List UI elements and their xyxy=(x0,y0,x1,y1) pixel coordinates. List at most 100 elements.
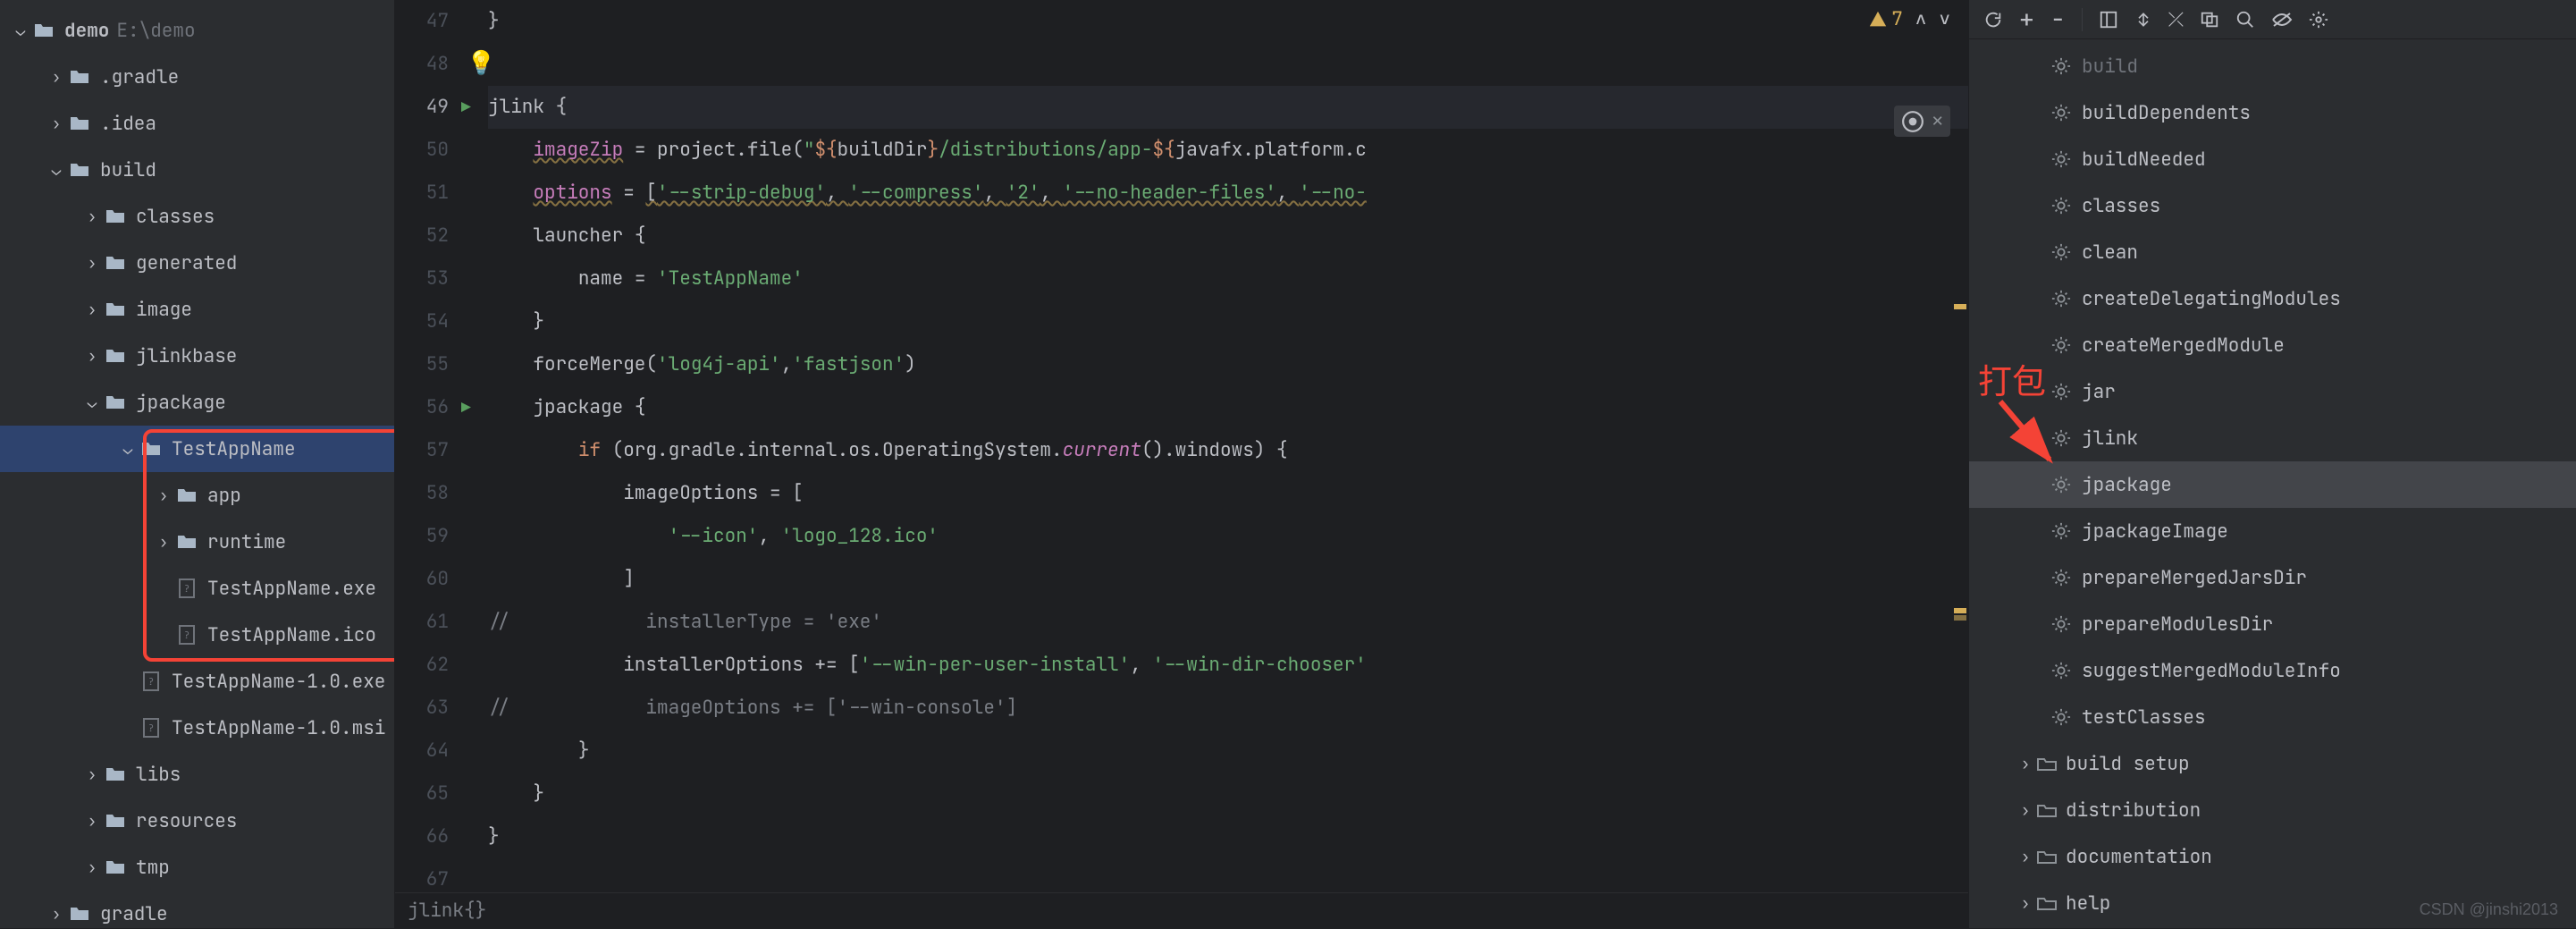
code-line[interactable]: // imageOptions += ['--win-console'] xyxy=(488,687,1968,730)
settings-icon[interactable] xyxy=(2309,10,2328,30)
gradle-task-testClasses[interactable]: testClasses xyxy=(1969,694,2576,740)
prev-highlight-icon[interactable]: ∧ xyxy=(1915,7,1927,31)
chevron-icon[interactable]: › xyxy=(84,764,100,785)
code-line[interactable]: // installerType = 'exe' xyxy=(488,601,1968,644)
chevron-right-icon[interactable]: › xyxy=(2017,893,2033,914)
hide-icon[interactable] xyxy=(2271,12,2293,28)
tree-item-jpackage[interactable]: ⌄jpackage xyxy=(0,379,394,426)
chevron-icon[interactable]: › xyxy=(156,486,172,506)
layout-icon[interactable] xyxy=(2099,10,2118,30)
tree-item-tmp[interactable]: ›tmp xyxy=(0,844,394,891)
gradle-task-classes[interactable]: classes xyxy=(1969,182,2576,229)
code-line[interactable]: forceMerge('log4j-api','fastjson') xyxy=(488,343,1968,386)
tree-item-jlinkbase[interactable]: ›jlinkbase xyxy=(0,333,394,379)
gradle-task-clean[interactable]: clean xyxy=(1969,229,2576,275)
close-icon[interactable]: ✕ xyxy=(1932,109,1943,133)
run-icon[interactable]: ▶ xyxy=(461,97,471,118)
gradle-task-createMergedModule[interactable]: createMergedModule xyxy=(1969,322,2576,368)
tree-item-runtime[interactable]: ›runtime xyxy=(0,519,394,565)
code-line[interactable]: } xyxy=(488,815,1968,858)
code-area[interactable]: } jlink { imageZip = project.file("${bui… xyxy=(488,0,1968,892)
expand-icon[interactable] xyxy=(2134,11,2152,29)
chevron-right-icon[interactable]: › xyxy=(2017,754,2033,774)
gradle-task-buildNeeded[interactable]: buildNeeded xyxy=(1969,136,2576,182)
tree-item-app[interactable]: ›app xyxy=(0,472,394,519)
search-icon[interactable] xyxy=(2235,10,2255,30)
gradle-group-distribution[interactable]: ›distribution xyxy=(1969,787,2576,833)
gradle-task-buildDependents[interactable]: buildDependents xyxy=(1969,89,2576,136)
gradle-task-build[interactable]: build xyxy=(1969,43,2576,89)
code-line[interactable]: } xyxy=(488,773,1968,815)
minus-icon[interactable]: − xyxy=(2050,3,2066,36)
chevron-right-icon[interactable]: › xyxy=(2017,847,2033,867)
tree-item--idea[interactable]: ›.idea xyxy=(0,100,394,147)
code-line[interactable]: ] xyxy=(488,558,1968,601)
tree-item-testappname-exe[interactable]: ?TestAppName.exe xyxy=(0,565,394,612)
project-root[interactable]: ⌄ demo E:\demo xyxy=(0,7,394,54)
code-line[interactable]: imageZip = project.file("${buildDir}/dis… xyxy=(488,129,1968,172)
code-line[interactable]: options = ['--strip-debug', '--compress'… xyxy=(488,172,1968,215)
chevron-icon[interactable]: ⌄ xyxy=(48,160,64,181)
code-line[interactable]: } xyxy=(488,0,1968,43)
code-line[interactable]: imageOptions = [ xyxy=(488,472,1968,515)
chevron-icon[interactable]: ⌄ xyxy=(84,393,100,413)
collapse-icon[interactable]: ⤫ xyxy=(2168,6,2185,32)
gradle-task-prepareMergedJarsDir[interactable]: prepareMergedJarsDir xyxy=(1969,554,2576,601)
chevron-icon[interactable]: › xyxy=(84,811,100,832)
code-line[interactable]: if (org.gradle.internal.os.OperatingSyst… xyxy=(488,429,1968,472)
code-line[interactable]: installerOptions += ['--win-per-user-ins… xyxy=(488,644,1968,687)
code-line[interactable]: launcher { xyxy=(488,215,1968,258)
gradle-group-build-setup[interactable]: ›build setup xyxy=(1969,740,2576,787)
gradle-task-prepareModulesDir[interactable]: prepareModulesDir xyxy=(1969,601,2576,647)
tree-item-testappname[interactable]: ⌄TestAppName xyxy=(0,426,394,472)
gradle-task-createDelegatingModules[interactable]: createDelegatingModules xyxy=(1969,275,2576,322)
link-icon[interactable] xyxy=(2200,10,2219,30)
gradle-task-jpackage[interactable]: jpackage xyxy=(1969,461,2576,508)
tree-item-classes[interactable]: ›classes xyxy=(0,193,394,240)
tree-item-gradle[interactable]: ›gradle xyxy=(0,891,394,928)
refresh-icon[interactable] xyxy=(1983,10,2003,30)
tree-item-resources[interactable]: ›resources xyxy=(0,798,394,844)
chevron-icon[interactable]: › xyxy=(84,207,100,227)
warning-badge[interactable]: 7 xyxy=(1868,7,1903,31)
tree-item-testappname-1-0-exe[interactable]: ?TestAppName-1.0.exe xyxy=(0,658,394,705)
folder-icon xyxy=(139,437,163,460)
tree-item-libs[interactable]: ›libs xyxy=(0,751,394,798)
chevron-icon[interactable]: › xyxy=(48,904,64,925)
chevron-icon[interactable]: › xyxy=(48,67,64,88)
chevron-icon[interactable]: › xyxy=(156,532,172,553)
chevron-icon[interactable]: › xyxy=(84,857,100,878)
chevron-icon[interactable]: › xyxy=(84,300,100,320)
chevron-icon[interactable]: › xyxy=(84,253,100,274)
code-line[interactable] xyxy=(488,858,1968,892)
chevron-icon[interactable]: ⌄ xyxy=(120,439,136,460)
tree-item-image[interactable]: ›image xyxy=(0,286,394,333)
tree-item-testappname-1-0-msi[interactable]: ?TestAppName-1.0.msi xyxy=(0,705,394,751)
code-line[interactable]: } xyxy=(488,730,1968,773)
gradle-task-jlink[interactable]: jlink xyxy=(1969,415,2576,461)
chevron-icon[interactable]: › xyxy=(48,114,64,134)
intention-bulb-icon[interactable]: 💡 xyxy=(467,46,495,78)
tree-item--gradle[interactable]: ›.gradle xyxy=(0,54,394,100)
chevron-icon[interactable]: › xyxy=(84,346,100,367)
add-icon[interactable]: + xyxy=(2019,3,2034,36)
code-line[interactable]: jpackage { xyxy=(488,386,1968,429)
tree-item-testappname-ico[interactable]: ?TestAppName.ico xyxy=(0,612,394,658)
ai-assist-widget[interactable]: ✕ xyxy=(1894,106,1950,137)
next-highlight-icon[interactable]: ∨ xyxy=(1939,7,1950,31)
run-icon[interactable]: ▶ xyxy=(461,398,471,418)
gradle-task-jar[interactable]: jar xyxy=(1969,368,2576,415)
gradle-task-jpackageImage[interactable]: jpackageImage xyxy=(1969,508,2576,554)
chevron-down-icon[interactable]: ⌄ xyxy=(13,21,29,41)
code-line[interactable]: '--icon', 'logo_128.ico' xyxy=(488,515,1968,558)
code-line[interactable]: } xyxy=(488,300,1968,343)
code-line[interactable]: jlink { xyxy=(488,86,1968,129)
chevron-right-icon[interactable]: › xyxy=(2017,800,2033,821)
code-line[interactable] xyxy=(488,43,1968,86)
breadcrumb-bar[interactable]: jlink{} xyxy=(395,892,1968,928)
tree-item-build[interactable]: ⌄build xyxy=(0,147,394,193)
gradle-task-suggestMergedModuleInfo[interactable]: suggestMergedModuleInfo xyxy=(1969,647,2576,694)
gradle-group-documentation[interactable]: ›documentation xyxy=(1969,833,2576,880)
tree-item-generated[interactable]: ›generated xyxy=(0,240,394,286)
code-line[interactable]: name = 'TestAppName' xyxy=(488,258,1968,300)
